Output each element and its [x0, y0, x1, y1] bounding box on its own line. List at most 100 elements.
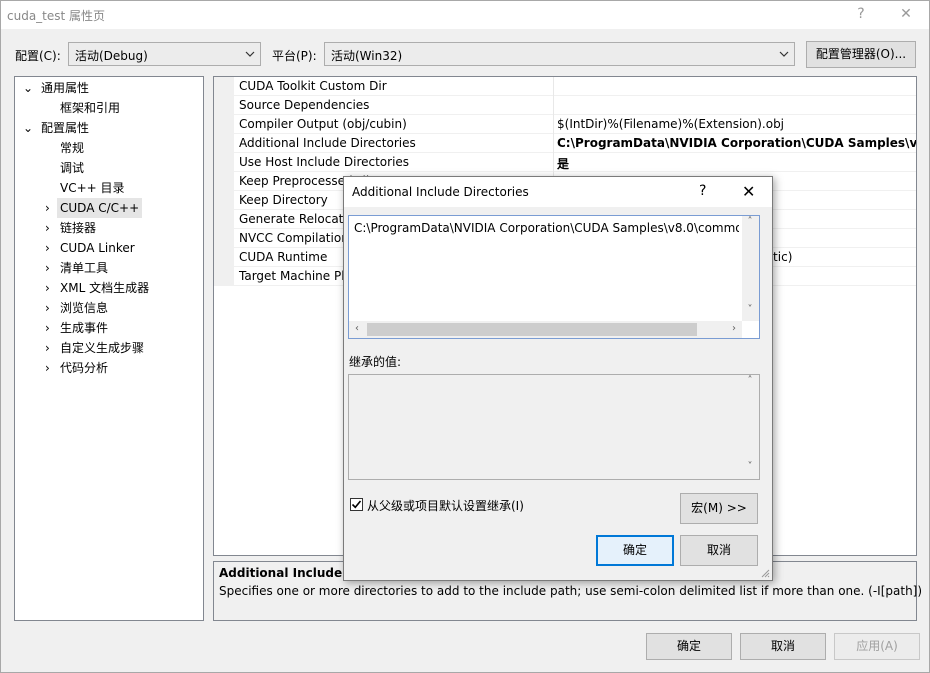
- horizontal-scrollbar[interactable]: ‹ ›: [349, 321, 742, 338]
- dialog-title: Additional Include Directories: [352, 185, 529, 199]
- apply-button[interactable]: 应用(A): [834, 633, 920, 660]
- tree-item-xml-doc-generator[interactable]: › XML 文档生成器: [15, 278, 203, 298]
- property-name: Keep Directory: [239, 193, 328, 207]
- row-gutter: [214, 96, 234, 115]
- scroll-left-icon[interactable]: ‹: [349, 323, 365, 334]
- column-divider: [553, 115, 554, 134]
- platform-value: 活动(Win32): [331, 49, 403, 63]
- tree-item-label: 通用属性: [41, 81, 90, 95]
- inherit-checkbox-label[interactable]: 从父级或项目默认设置继承(I): [367, 497, 524, 514]
- column-divider: [553, 77, 554, 96]
- column-divider: [553, 96, 554, 115]
- chevron-down-icon[interactable]: ⌄: [23, 118, 35, 138]
- help-icon[interactable]: ?: [851, 5, 871, 23]
- tree-item-label: 代码分析: [60, 361, 109, 375]
- include-dirs-editor[interactable]: C:\ProgramData\NVIDIA Corporation\CUDA S…: [348, 215, 760, 339]
- chevron-right-icon[interactable]: ›: [45, 198, 57, 218]
- tree-item-code-analysis[interactable]: › 代码分析: [15, 358, 203, 378]
- tree-item-general[interactable]: 常规: [15, 138, 203, 158]
- chevron-down-icon: [779, 51, 789, 57]
- vertical-scrollbar[interactable]: ˄ ˅: [742, 375, 759, 479]
- tree-item-label: CUDA Linker: [60, 241, 135, 255]
- close-icon[interactable]: ✕: [896, 5, 916, 23]
- tree-item-label: 链接器: [60, 221, 97, 235]
- scroll-right-icon[interactable]: ›: [726, 323, 742, 334]
- config-manager-button[interactable]: 配置管理器(O)...: [806, 41, 916, 68]
- chevron-down-icon: [245, 51, 255, 57]
- platform-label: 平台(P):: [272, 49, 317, 63]
- tree-item-common-properties[interactable]: ⌄ 通用属性: [15, 78, 203, 98]
- resize-grip-icon[interactable]: [760, 568, 770, 578]
- property-name: Source Dependencies: [239, 98, 370, 112]
- tree-item-vc-directories[interactable]: VC++ 目录: [15, 178, 203, 198]
- column-divider: [553, 134, 554, 153]
- chevron-right-icon[interactable]: ›: [45, 318, 57, 338]
- scroll-up-icon[interactable]: ˄: [742, 216, 758, 227]
- tree-item-label: 常规: [60, 141, 85, 155]
- tree-item-manifest-tool[interactable]: › 清单工具: [15, 258, 203, 278]
- dialog-title-bar: Additional Include Directories ? ✕: [344, 177, 772, 207]
- tree-item-label: XML 文档生成器: [60, 281, 150, 295]
- chevron-right-icon[interactable]: ›: [45, 278, 57, 298]
- dialog-cancel-button[interactable]: 取消: [680, 535, 758, 566]
- dialog-ok-button[interactable]: 确定: [596, 535, 674, 566]
- close-icon[interactable]: ✕: [742, 182, 755, 201]
- property-tree: ⌄ 通用属性 框架和引用 ⌄ 配置属性 常规 调试 VC++ 目录 › CUDA…: [14, 76, 204, 621]
- window-title: cuda_test 属性页: [7, 9, 106, 23]
- scroll-up-icon[interactable]: ˄: [742, 375, 758, 386]
- tree-item-browse-info[interactable]: › 浏览信息: [15, 298, 203, 318]
- tree-item-label: 浏览信息: [60, 301, 109, 315]
- chevron-right-icon[interactable]: ›: [45, 298, 57, 318]
- row-gutter: [214, 134, 234, 153]
- chevron-right-icon[interactable]: ›: [45, 258, 57, 278]
- grid-row[interactable]: Compiler Output (obj/cubin) $(IntDir)%(Fi…: [214, 115, 916, 134]
- tree-item-label: 清单工具: [60, 261, 109, 275]
- config-label: 配置(C):: [15, 49, 61, 63]
- row-gutter: [214, 191, 234, 210]
- tree-item-label: 生成事件: [60, 321, 109, 335]
- scroll-down-icon[interactable]: ˅: [742, 304, 758, 315]
- chevron-down-icon[interactable]: ⌄: [23, 78, 35, 98]
- chevron-right-icon[interactable]: ›: [45, 218, 57, 238]
- row-gutter: [214, 267, 234, 286]
- help-icon[interactable]: ?: [699, 183, 706, 199]
- tree-item-cuda-cpp[interactable]: › CUDA C/C++: [15, 198, 203, 218]
- grid-row[interactable]: Use Host Include Directories 是: [214, 153, 916, 172]
- include-dirs-text[interactable]: C:\ProgramData\NVIDIA Corporation\CUDA S…: [354, 221, 739, 235]
- tree-item-label: 调试: [60, 161, 85, 175]
- scroll-thumb[interactable]: [367, 323, 697, 336]
- chevron-right-icon[interactable]: ›: [45, 338, 57, 358]
- property-name: Use Host Include Directories: [239, 155, 410, 169]
- grid-row[interactable]: CUDA Toolkit Custom Dir: [214, 77, 916, 96]
- tree-item-linker[interactable]: › 链接器: [15, 218, 203, 238]
- row-gutter: [214, 153, 234, 172]
- tree-item-debugging[interactable]: 调试: [15, 158, 203, 178]
- vertical-scrollbar[interactable]: ˄ ˅: [742, 216, 759, 321]
- grid-row[interactable]: Source Dependencies: [214, 96, 916, 115]
- cancel-button[interactable]: 取消: [740, 633, 826, 660]
- ok-button[interactable]: 确定: [646, 633, 732, 660]
- row-gutter: [214, 172, 234, 191]
- scroll-down-icon[interactable]: ˅: [742, 461, 758, 472]
- platform-dropdown[interactable]: 活动(Win32): [324, 42, 795, 66]
- inherited-values-box: ˄ ˅: [348, 374, 760, 480]
- inherit-checkbox[interactable]: [350, 498, 363, 511]
- property-value: C:\ProgramData\NVIDIA Corporation\CUDA S…: [557, 136, 917, 150]
- config-dropdown[interactable]: 活动(Debug): [68, 42, 261, 66]
- chevron-right-icon[interactable]: ›: [45, 358, 57, 378]
- property-value: 是: [557, 157, 570, 171]
- tree-item-build-events[interactable]: › 生成事件: [15, 318, 203, 338]
- chevron-right-icon[interactable]: ›: [45, 238, 57, 258]
- property-name: CUDA Runtime: [239, 250, 328, 264]
- tree-item-framework-references[interactable]: 框架和引用: [15, 98, 203, 118]
- tree-item-custom-build-step[interactable]: › 自定义生成步骤: [15, 338, 203, 358]
- macros-button[interactable]: 宏(M) >>: [680, 493, 758, 524]
- row-gutter: [214, 115, 234, 134]
- tree-item-cuda-linker[interactable]: › CUDA Linker: [15, 238, 203, 258]
- row-gutter: [214, 77, 234, 96]
- inherited-values-label: 继承的值:: [349, 355, 402, 369]
- row-gutter: [214, 248, 234, 267]
- tree-item-configuration-properties[interactable]: ⌄ 配置属性: [15, 118, 203, 138]
- grid-row[interactable]: Additional Include Directories C:\Program…: [214, 134, 917, 153]
- property-value: $(IntDir)%(Filename)%(Extension).obj: [557, 117, 785, 131]
